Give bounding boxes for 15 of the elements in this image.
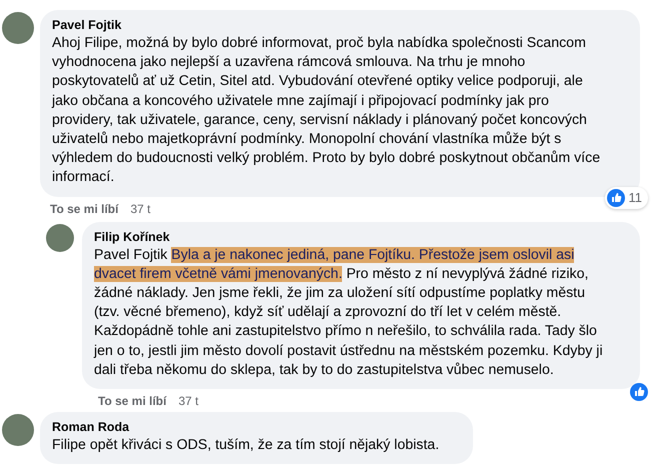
avatar-placeholder[interactable] (46, 224, 74, 252)
reaction-count[interactable]: 11 (604, 186, 648, 209)
avatar-placeholder[interactable] (2, 414, 34, 446)
avatar-placeholder[interactable] (2, 12, 34, 44)
comment-author[interactable]: Filip Kořínek (94, 230, 628, 244)
comment-text: Ahoj Filipe, možná by bylo dobré informovat, proč byla nabídka společnosti Scancom vyhodnocena jako nejlepší a uzavřena rámcová smlouva. Na trhu je mnoho poskytovatelů ať už Cetin, Sitel atd. Vybudování otevřené optiky velice podporuji, ale jako občana a koncového uživatele mne zajímají i připojovací podmínky jak pro providery, tak uživatele, garance, ceny, servisní náklady i plánovaný počet koncových uživatelů nebo majetkoprávní podmínky. Monopolní chování vlastníka může být s výhledem do budoucnosti velký problém. Proto by bylo dobré poskytnout občanům více informací. (52, 34, 602, 188)
like-link[interactable]: To se mi líbí (50, 202, 118, 216)
like-icon (606, 188, 624, 207)
comment-text: Filipe opět křiváci s ODS, tuším, že za tím stojí nějaký lobista. (52, 436, 440, 456)
comment-author[interactable]: Roman Roda (52, 420, 462, 434)
like-link[interactable]: To se mi líbí (98, 394, 166, 408)
comment-author[interactable]: Pavel Fojtik (52, 18, 628, 32)
comment-time: 37 t (178, 394, 198, 408)
comment-text: Pavel Fojtik Byla a je nakonec jediná, pane Fojtíku. Přestože jsem oslovil asi dvacet firem včetně vámi jmenovaných. Pro město z ní nevyplývá žádné riziko, žádné náklady. Jen jsme řekli, že jim za uložení sítí odpustíme poplatky městu (tzv. věcné břemeno), když síť udělají a zprovozní do tří let v celém městě. Každopádně tohle ani zastupitelstvo přímo n neřešilo, to schválila rada. Tady šlo jen o to, jestli jim město dovolí postavit ústřednu na městském pozemku. Kdyby ji dali třeba někomu do sklepa, tak by to do zastupitelstva vůbec nemuselo. (94, 246, 604, 380)
comment-time: 37 t (130, 202, 150, 216)
